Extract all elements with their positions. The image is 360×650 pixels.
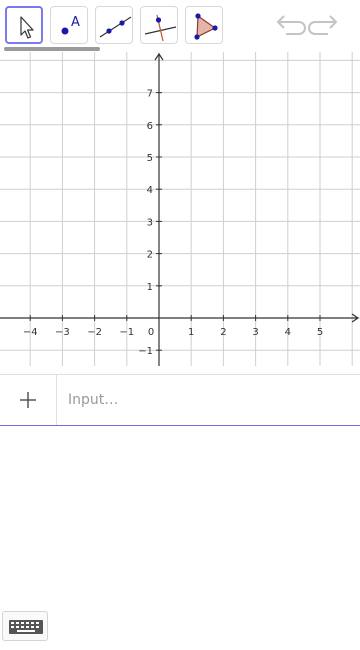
line-icon bbox=[99, 16, 132, 38]
y-tick-label: 6 bbox=[147, 121, 153, 132]
perpendicular-icon bbox=[144, 14, 177, 42]
y-tick-label: −1 bbox=[138, 346, 153, 357]
point-icon: A bbox=[61, 15, 80, 35]
y-tick-label: 5 bbox=[147, 153, 153, 164]
y-tick-label: 2 bbox=[147, 250, 153, 261]
x-tick-label: 5 bbox=[317, 327, 323, 338]
keyboard-icon bbox=[9, 620, 43, 634]
polygon-icon bbox=[194, 13, 218, 40]
add-input-button[interactable] bbox=[0, 375, 57, 425]
x-tick-label: 3 bbox=[252, 327, 258, 338]
x-tick-label: 1 bbox=[188, 327, 194, 338]
keyboard-toggle-button[interactable] bbox=[2, 611, 48, 641]
toolbar-scroll-indicator bbox=[4, 47, 100, 51]
x-tick-label: 0 bbox=[148, 327, 154, 338]
perpendicular-tool-button[interactable] bbox=[140, 6, 178, 44]
undo-button[interactable] bbox=[272, 10, 306, 40]
polygon-tool-button[interactable] bbox=[185, 6, 223, 44]
x-tick-label: 2 bbox=[220, 327, 226, 338]
arrow-pointer-icon bbox=[20, 16, 34, 39]
line-tool-button[interactable] bbox=[95, 6, 133, 44]
y-tick-label: 1 bbox=[147, 282, 153, 293]
x-tick-label: 4 bbox=[285, 327, 291, 338]
y-tick-label: 7 bbox=[147, 89, 153, 100]
x-tick-label: −4 bbox=[23, 327, 38, 338]
move-tool-button[interactable] bbox=[5, 6, 43, 44]
toolbar: A bbox=[0, 0, 360, 52]
algebra-input[interactable] bbox=[68, 387, 338, 413]
input-underline bbox=[0, 425, 360, 426]
x-tick-label: −3 bbox=[55, 327, 70, 338]
undo-icon bbox=[276, 15, 306, 35]
y-tick-label: 3 bbox=[147, 217, 153, 228]
algebra-input-row bbox=[0, 374, 360, 427]
point-tool-label: A bbox=[71, 15, 80, 30]
x-tick-label: −2 bbox=[87, 327, 102, 338]
y-tick-label: 4 bbox=[147, 185, 153, 196]
plus-icon bbox=[20, 392, 36, 408]
x-tick-label: −1 bbox=[119, 327, 134, 338]
point-tool-button[interactable]: A bbox=[50, 6, 88, 44]
redo-button[interactable] bbox=[308, 10, 342, 40]
redo-icon bbox=[308, 15, 338, 35]
coordinate-grid[interactable]: −4 −3 −2 −1 0 1 2 3 4 5 7 6 5 4 3 2 1 −1 bbox=[0, 52, 360, 370]
graphics-view[interactable]: −4 −3 −2 −1 0 1 2 3 4 5 7 6 5 4 3 2 1 −1 bbox=[0, 52, 360, 370]
